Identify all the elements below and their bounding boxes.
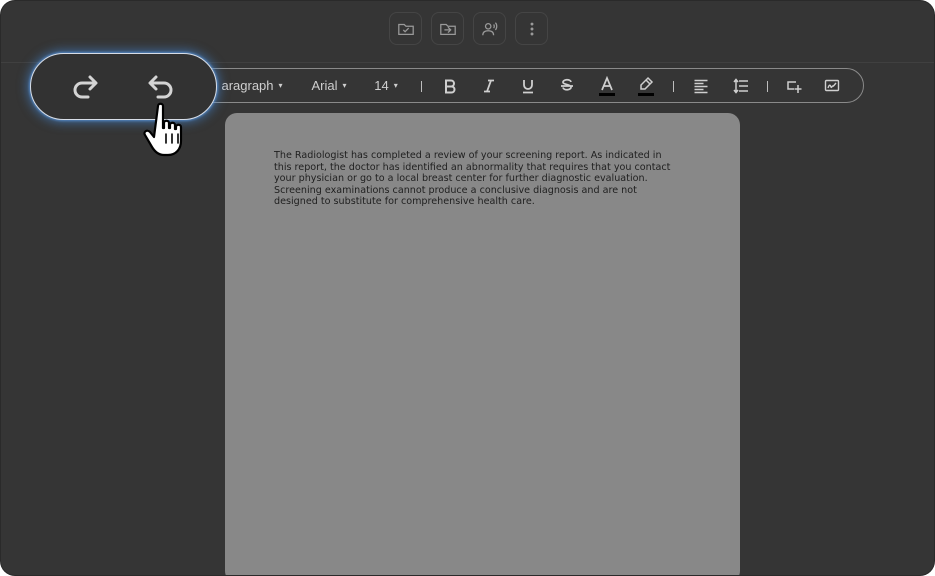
strikethrough-icon <box>561 78 573 91</box>
more-vertical-icon <box>530 22 533 35</box>
text-color-button[interactable] <box>597 69 617 102</box>
signature-icon <box>824 79 840 91</box>
font-family-dropdown[interactable]: Arial ▾ <box>304 69 354 102</box>
redo-button[interactable] <box>69 71 103 105</box>
editor-window: aragraph ▾ Arial ▾ 14 ▾ The Radiologist … <box>1 1 934 575</box>
italic-icon <box>484 79 494 92</box>
voice-icon <box>481 21 497 35</box>
chevron-down-icon: ▾ <box>393 81 398 90</box>
highlight-icon <box>640 76 654 90</box>
highlight-color-swatch <box>638 93 654 96</box>
more-options-button[interactable] <box>515 12 548 45</box>
toolbar-separator <box>421 81 422 92</box>
underline-icon <box>523 79 533 93</box>
chevron-down-icon: ▾ <box>342 81 347 90</box>
block-style-value: aragraph <box>221 78 274 93</box>
font-size-value: 14 <box>374 78 389 93</box>
text-color-icon <box>601 75 613 90</box>
formatting-toolbar: aragraph ▾ Arial ▾ 14 ▾ <box>187 68 864 103</box>
line-spacing-icon <box>733 77 748 94</box>
strikethrough-button[interactable] <box>557 69 577 102</box>
block-style-dropdown[interactable]: aragraph ▾ <box>218 69 286 102</box>
hand-cursor-icon <box>143 102 183 157</box>
align-button[interactable] <box>691 69 711 102</box>
signature-button[interactable] <box>822 69 842 102</box>
document-page[interactable]: The Radiologist has completed a review o… <box>225 113 740 575</box>
underline-button[interactable] <box>518 69 538 102</box>
text-color-swatch <box>599 93 615 96</box>
align-left-icon <box>694 79 708 93</box>
toolbar-separator <box>767 81 768 92</box>
chevron-down-icon: ▾ <box>278 81 283 90</box>
dictation-button[interactable] <box>473 12 506 45</box>
bold-icon <box>445 79 456 93</box>
italic-button[interactable] <box>479 69 499 102</box>
folder-import-icon <box>439 23 456 35</box>
save-to-folder-button[interactable] <box>389 12 422 45</box>
redo-icon <box>73 75 98 99</box>
insert-field-button[interactable] <box>784 69 804 102</box>
document-body[interactable]: The Radiologist has completed a review o… <box>274 150 674 208</box>
top-action-bar <box>389 12 548 45</box>
bold-button[interactable] <box>440 69 460 102</box>
font-size-dropdown[interactable]: 14 ▾ <box>369 69 403 102</box>
folder-check-icon <box>397 23 414 35</box>
highlight-button[interactable] <box>636 69 656 102</box>
line-spacing-button[interactable] <box>731 69 751 102</box>
import-folder-button[interactable] <box>431 12 464 45</box>
font-family-value: Arial <box>311 78 338 93</box>
toolbar-separator <box>673 81 674 92</box>
insert-field-icon <box>787 80 802 93</box>
